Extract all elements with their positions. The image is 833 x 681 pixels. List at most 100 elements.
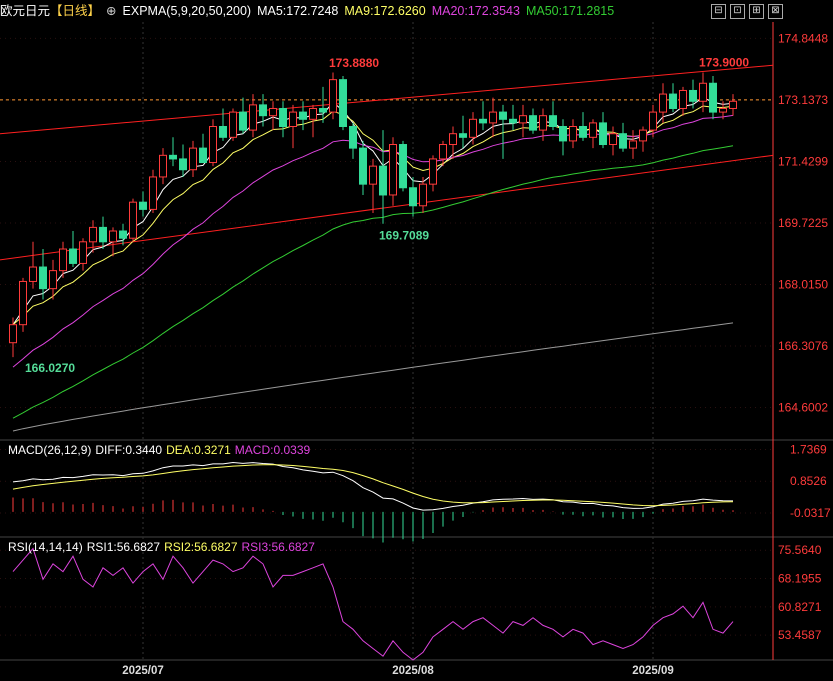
candle bbox=[209, 126, 217, 164]
candle bbox=[69, 248, 77, 264]
macd-tick-label: -0.0317 bbox=[790, 506, 831, 520]
macd-tick-label: 0.8526 bbox=[790, 474, 827, 488]
candle bbox=[379, 165, 387, 196]
candle bbox=[299, 111, 307, 120]
candle bbox=[479, 118, 487, 124]
candle bbox=[559, 126, 567, 142]
chart-canvas[interactable]: 2025/07 2025/08 2025/09 174.8448 173.1373 171… bbox=[0, 0, 833, 681]
x-tick-label: 2025/07 bbox=[122, 665, 164, 677]
macd-value: MACD:0.0339 bbox=[234, 443, 311, 457]
candle bbox=[509, 118, 517, 124]
candle bbox=[639, 129, 647, 142]
macd-dea: DEA:0.3271 bbox=[166, 443, 231, 457]
candle bbox=[709, 82, 717, 113]
candle bbox=[89, 226, 97, 243]
candle bbox=[629, 140, 637, 149]
candle bbox=[309, 107, 317, 120]
rsi-label: RSI(14,14,14) bbox=[8, 540, 83, 554]
candle bbox=[449, 133, 457, 146]
candle bbox=[9, 324, 17, 344]
price-tick-label: 164.6002 bbox=[778, 401, 828, 415]
price-annotation: 173.9000 bbox=[699, 55, 749, 69]
candle bbox=[459, 133, 467, 138]
ma50-value: MA50:171.2815 bbox=[525, 4, 615, 18]
price-tick-label: 173.1373 bbox=[778, 93, 828, 107]
rsi-tick-label: 53.4587 bbox=[778, 628, 822, 642]
macd-tick-label: 1.7369 bbox=[790, 442, 827, 456]
candle bbox=[359, 147, 367, 185]
candle bbox=[659, 93, 667, 113]
rsi-line bbox=[12, 547, 734, 661]
candle bbox=[699, 82, 707, 102]
candle bbox=[609, 133, 617, 146]
candle bbox=[149, 176, 157, 210]
chart-header: 欧元日元【日线】 ⊕ EXPMA(5,9,20,50,200) MA5:172.724… bbox=[0, 0, 833, 22]
candle bbox=[729, 100, 737, 109]
candle bbox=[249, 104, 257, 131]
rsi1-value: RSI1:56.6827 bbox=[86, 540, 161, 554]
candle bbox=[469, 118, 477, 138]
ma5-value: MA5:172.7248 bbox=[257, 4, 339, 18]
candle bbox=[589, 122, 597, 138]
candle bbox=[529, 115, 537, 131]
candle bbox=[279, 107, 287, 127]
minimize-icon[interactable]: ⊟ bbox=[711, 4, 726, 19]
candle bbox=[619, 133, 627, 149]
macd-header: MACD(26,12,9) DIFF:0.3440 DEA:0.3271 MACD:0… bbox=[8, 443, 314, 457]
macd-dea-line bbox=[12, 464, 734, 507]
candle bbox=[549, 115, 557, 127]
candle bbox=[429, 158, 437, 185]
macd-diff-line bbox=[12, 461, 734, 511]
rsi-header: RSI(14,14,14) RSI1:56.6827 RSI2:56.6827 RSI… bbox=[8, 540, 319, 554]
close-icon[interactable]: ⊠ bbox=[768, 4, 783, 19]
rsi2-value: RSI2:56.6827 bbox=[164, 540, 238, 554]
candle bbox=[159, 154, 167, 178]
restore-icon[interactable]: ⊡ bbox=[730, 4, 745, 19]
rsi3-value: RSI3:56.6827 bbox=[241, 540, 315, 554]
price-tick-label: 168.0150 bbox=[778, 278, 828, 292]
price-annotation: 173.8880 bbox=[329, 56, 379, 70]
price-tick-label: 171.4299 bbox=[778, 154, 828, 168]
candle bbox=[689, 89, 697, 102]
period-label[interactable]: 【日线】 bbox=[50, 4, 100, 18]
plus-icon[interactable]: ⊕ bbox=[106, 4, 116, 18]
price-tick-label: 166.3076 bbox=[778, 339, 828, 353]
macd-diff: DIFF:0.3440 bbox=[95, 443, 163, 457]
ma9-value: MA9:172.6260 bbox=[344, 4, 426, 18]
candle bbox=[409, 187, 417, 207]
candle bbox=[399, 144, 407, 189]
ema200-line bbox=[12, 322, 734, 432]
candle bbox=[179, 158, 187, 171]
candle bbox=[19, 280, 27, 326]
candle bbox=[259, 104, 267, 117]
window-icon[interactable]: ⊞ bbox=[749, 4, 764, 19]
candle bbox=[189, 147, 197, 171]
price-tick-label: 174.8448 bbox=[778, 31, 828, 45]
candle bbox=[59, 248, 67, 272]
ma20-value: MA20:172.3543 bbox=[431, 4, 520, 18]
candle bbox=[219, 126, 227, 138]
rsi-tick-label: 75.5640 bbox=[778, 543, 822, 557]
candle bbox=[289, 111, 297, 127]
candle bbox=[99, 226, 107, 243]
candle bbox=[649, 111, 657, 131]
candle bbox=[129, 201, 137, 239]
candle bbox=[679, 89, 687, 109]
ema20-line bbox=[12, 114, 734, 368]
candle bbox=[39, 266, 47, 290]
candle bbox=[139, 201, 147, 210]
candle bbox=[719, 107, 727, 113]
candle bbox=[29, 266, 37, 282]
candle bbox=[79, 241, 87, 264]
candle bbox=[269, 107, 277, 117]
candle bbox=[119, 230, 127, 239]
price-annotation: 169.7089 bbox=[379, 228, 429, 242]
x-tick-label: 2025/08 bbox=[392, 665, 434, 677]
candle bbox=[569, 126, 577, 142]
candle bbox=[499, 111, 507, 120]
expma-label: EXPMA(5,9,20,50,200) bbox=[122, 4, 252, 18]
candle bbox=[229, 111, 237, 138]
candle bbox=[109, 230, 117, 243]
candle bbox=[439, 144, 447, 160]
candle bbox=[489, 111, 497, 124]
